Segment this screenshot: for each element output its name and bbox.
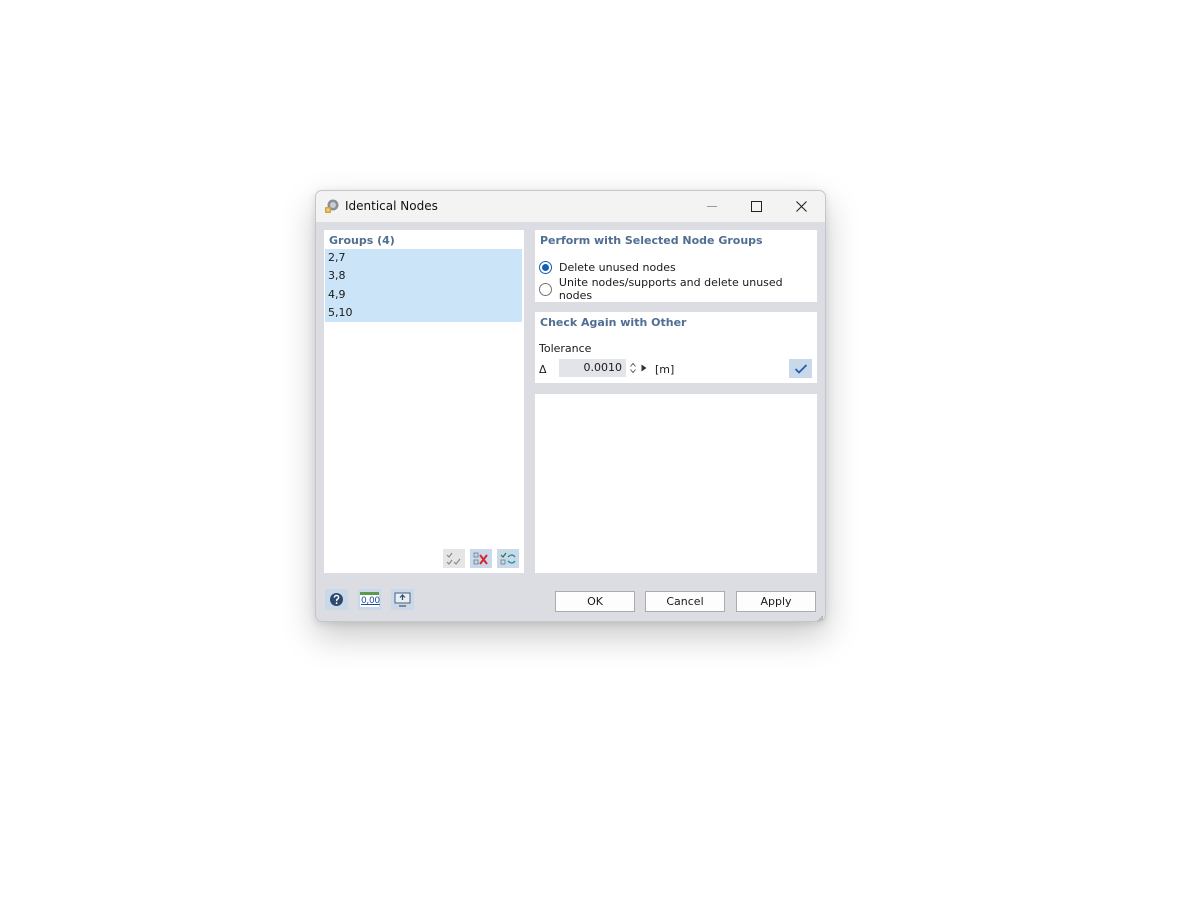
ok-button[interactable]: OK [555, 591, 635, 612]
minimize-icon [706, 206, 717, 207]
groups-list[interactable]: 2,7 3,8 4,9 5,10 [325, 249, 522, 322]
number-format-button[interactable]: 0,00 [358, 589, 381, 610]
maximize-button[interactable] [734, 191, 779, 222]
play-arrow-icon [641, 364, 647, 372]
identical-nodes-dialog: Identical Nodes Groups (4) 2,7 3,8 4,9 5… [315, 190, 826, 622]
cancel-button[interactable]: Cancel [645, 591, 725, 612]
apply-button[interactable]: Apply [736, 591, 816, 612]
unite-nodes-option[interactable]: Unite nodes/supports and delete unused n… [539, 276, 817, 302]
invert-selection-icon [500, 552, 516, 564]
number-format-icon: 0,00 [360, 592, 380, 607]
delete-unused-option[interactable]: Delete unused nodes [539, 259, 676, 275]
help-button[interactable] [325, 589, 348, 610]
perform-panel: Perform with Selected Node Groups Delete… [535, 230, 817, 302]
spinner-arrows-icon [630, 362, 636, 374]
unite-nodes-label: Unite nodes/supports and delete unused n… [558, 276, 783, 302]
select-all-button[interactable] [443, 549, 465, 568]
delete-unused-label: Delete unused nodes [559, 260, 676, 274]
list-item[interactable]: 3,8 [325, 267, 522, 286]
check-again-panel: Check Again with Other Tolerance Δ 0.001… [535, 312, 817, 383]
groups-header: Groups (4) [329, 234, 395, 247]
display-settings-icon [394, 592, 411, 607]
delete-selection-button[interactable] [470, 549, 492, 568]
select-all-icon [446, 552, 461, 565]
window-title: Identical Nodes [345, 199, 438, 213]
title-bar[interactable]: Identical Nodes [316, 191, 825, 222]
results-panel [535, 394, 817, 573]
tolerance-unit: [m] [655, 363, 675, 376]
display-settings-button[interactable] [391, 589, 414, 610]
radio-unchecked[interactable] [539, 282, 552, 296]
close-button[interactable] [779, 191, 824, 222]
perform-header: Perform with Selected Node Groups [540, 234, 763, 247]
list-item[interactable]: 2,7 [325, 249, 522, 268]
groups-panel: Groups (4) 2,7 3,8 4,9 5,10 [324, 230, 524, 573]
delete-selection-icon [473, 552, 488, 565]
delta-symbol: Δ [539, 363, 547, 376]
checkmark-icon [794, 363, 807, 374]
tolerance-expand-button[interactable] [639, 359, 649, 377]
identical-nodes-app-icon [324, 198, 340, 214]
invert-selection-button[interactable] [497, 549, 519, 568]
close-icon [796, 201, 807, 212]
list-item[interactable]: 5,10 [325, 303, 522, 322]
tolerance-spinner[interactable] [628, 359, 638, 377]
help-icon [330, 593, 343, 606]
radio-checked[interactable] [539, 260, 552, 274]
list-item[interactable]: 4,9 [325, 285, 522, 304]
check-again-header: Check Again with Other [540, 316, 687, 329]
tolerance-input[interactable]: 0.0010 [559, 359, 626, 377]
number-format-text: 0,00 [361, 596, 380, 606]
check-again-button[interactable] [789, 359, 812, 378]
tolerance-label: Tolerance [539, 342, 592, 355]
maximize-icon [751, 201, 762, 212]
resize-grip-icon[interactable] [816, 612, 823, 621]
minimize-button[interactable] [689, 191, 734, 222]
